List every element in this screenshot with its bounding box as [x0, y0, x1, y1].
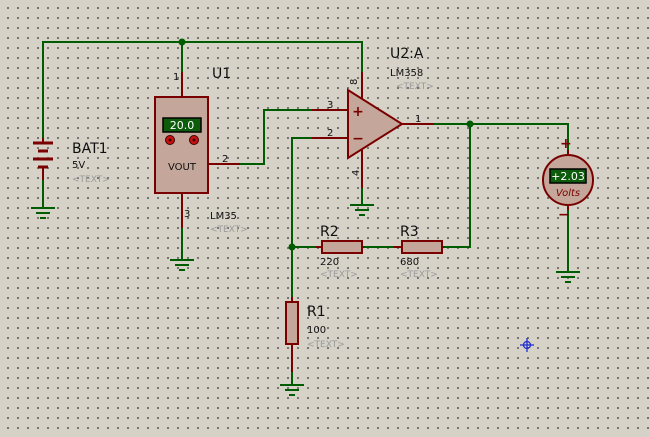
u2-ref-label: U2:A — [390, 46, 424, 62]
r3-ref-label: R3 — [400, 224, 419, 240]
voltmeter-minus-sign: − — [558, 207, 570, 223]
wire-feedback — [444, 124, 471, 248]
r1-value-label: 100 — [307, 325, 326, 336]
wire-inv-input — [291, 137, 312, 297]
resistor-r2[interactable] — [316, 240, 364, 254]
u2-pin-8: 8 — [349, 79, 360, 85]
ground-symbol-r1 — [280, 384, 304, 396]
u1-ref-label: U1 — [212, 66, 231, 82]
schematic-canvas[interactable]: BAT1 5V <TEXT> 20.0 VOUT 1 2 3 U1 LM35 <… — [0, 0, 650, 437]
u2-pin-1: 1 — [415, 114, 421, 125]
crosshair-cursor-icon — [520, 338, 534, 352]
u2-pin-4: 4 — [351, 170, 362, 176]
ground-symbol-u2 — [350, 204, 374, 216]
resistor-r3[interactable] — [394, 240, 444, 254]
r2-ref-label: R2 — [320, 224, 339, 240]
bat1-value-label: 5V — [72, 160, 85, 171]
u1-pin-3: 3 — [184, 209, 190, 220]
opamp-inverting-sign: − — [352, 131, 364, 147]
u1-display-value: 20.0 — [170, 119, 195, 132]
u1-vout-label: VOUT — [168, 162, 197, 173]
sensor-u1-lm35[interactable]: 20.0 VOUT — [154, 72, 240, 228]
bat1-text-placeholder: <TEXT> — [72, 175, 110, 185]
bat1-ref-label: BAT1 — [72, 141, 108, 157]
u2-part-label: LM358 — [390, 68, 423, 79]
dc-voltmeter[interactable]: +2.03 Volts — [542, 150, 594, 210]
u2-pin-3: 3 — [327, 100, 333, 111]
ground-symbol-vm — [556, 271, 580, 283]
wire-opamp-out — [434, 123, 569, 150]
ground-symbol-u1 — [170, 259, 194, 271]
r3-text-placeholder: <TEXT> — [400, 270, 438, 280]
battery-bat1[interactable] — [33, 138, 53, 180]
r1-text-placeholder: <TEXT> — [307, 340, 345, 350]
voltmeter-plus-sign: + — [560, 136, 572, 152]
r3-value-label: 680 — [400, 257, 419, 268]
voltmeter-reading: +2.03 — [551, 170, 585, 183]
u1-text-placeholder: <TEXT> — [210, 225, 248, 235]
wires — [42, 41, 569, 385]
ground-symbol-bat — [31, 207, 55, 219]
u1-pin-1: 1 — [173, 72, 179, 83]
r2-value-label: 220 — [320, 257, 339, 268]
junction-dot — [288, 243, 296, 251]
u2-pin-2: 2 — [327, 128, 333, 139]
r1-ref-label: R1 — [307, 304, 326, 320]
junction-dot — [466, 120, 474, 128]
u1-part-label: LM35 — [210, 211, 237, 222]
opamp-noninverting-sign: + — [352, 104, 364, 120]
resistor-r1[interactable] — [285, 297, 299, 372]
voltmeter-unit-label: Volts — [556, 188, 580, 199]
r2-text-placeholder: <TEXT> — [320, 270, 358, 280]
u2-text-placeholder: <TEXT> — [396, 82, 434, 92]
junction-dot — [178, 38, 186, 46]
u1-pin-2: 2 — [222, 154, 228, 165]
